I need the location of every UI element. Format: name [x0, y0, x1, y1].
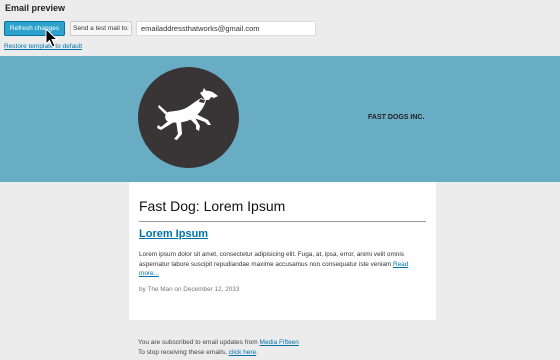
subscribed-text: You are subscribed to email updates from [138, 339, 258, 346]
footer-end-punctuation: . [256, 349, 258, 356]
divider [139, 221, 426, 222]
email-header-banner: FAST DOGS INC. [0, 56, 560, 182]
excerpt-text: Lorem ipsum dolor sit amet, consectetur … [139, 251, 404, 268]
unsubscribe-link[interactable]: click here [229, 349, 256, 356]
post-title-link[interactable]: Lorem Ipsum [139, 228, 208, 240]
unsubscribe-line: To stop receiving these emails, click he… [138, 348, 299, 358]
stop-text: To stop receiving these emails, [138, 349, 227, 356]
running-dog-icon [157, 88, 218, 140]
test-email-input[interactable] [136, 21, 316, 36]
email-heading: Fast Dog: Lorem Ipsum [139, 198, 286, 214]
mouse-pointer-icon [45, 28, 59, 48]
preview-toolbar: Email preview Refresh changes Send a tes… [0, 0, 560, 56]
site-link[interactable]: Media Fifteen [260, 339, 299, 346]
email-footer: You are subscribed to email updates from… [138, 338, 299, 358]
email-content-card: Fast Dog: Lorem Ipsum Lorem Ipsum Lorem … [129, 182, 436, 320]
post-byline: by The Man on December 12, 2033 [139, 286, 240, 293]
company-name: FAST DOGS INC. [368, 114, 425, 121]
company-logo [138, 67, 239, 168]
post-excerpt: Lorem ipsum dolor sit amet, consectetur … [139, 250, 429, 279]
send-test-mail-button[interactable]: Send a test mail to: [70, 21, 132, 36]
subscription-line: You are subscribed to email updates from… [138, 338, 299, 348]
page-title: Email preview [5, 3, 66, 13]
restore-template-link[interactable]: Restore template to default [4, 43, 82, 50]
